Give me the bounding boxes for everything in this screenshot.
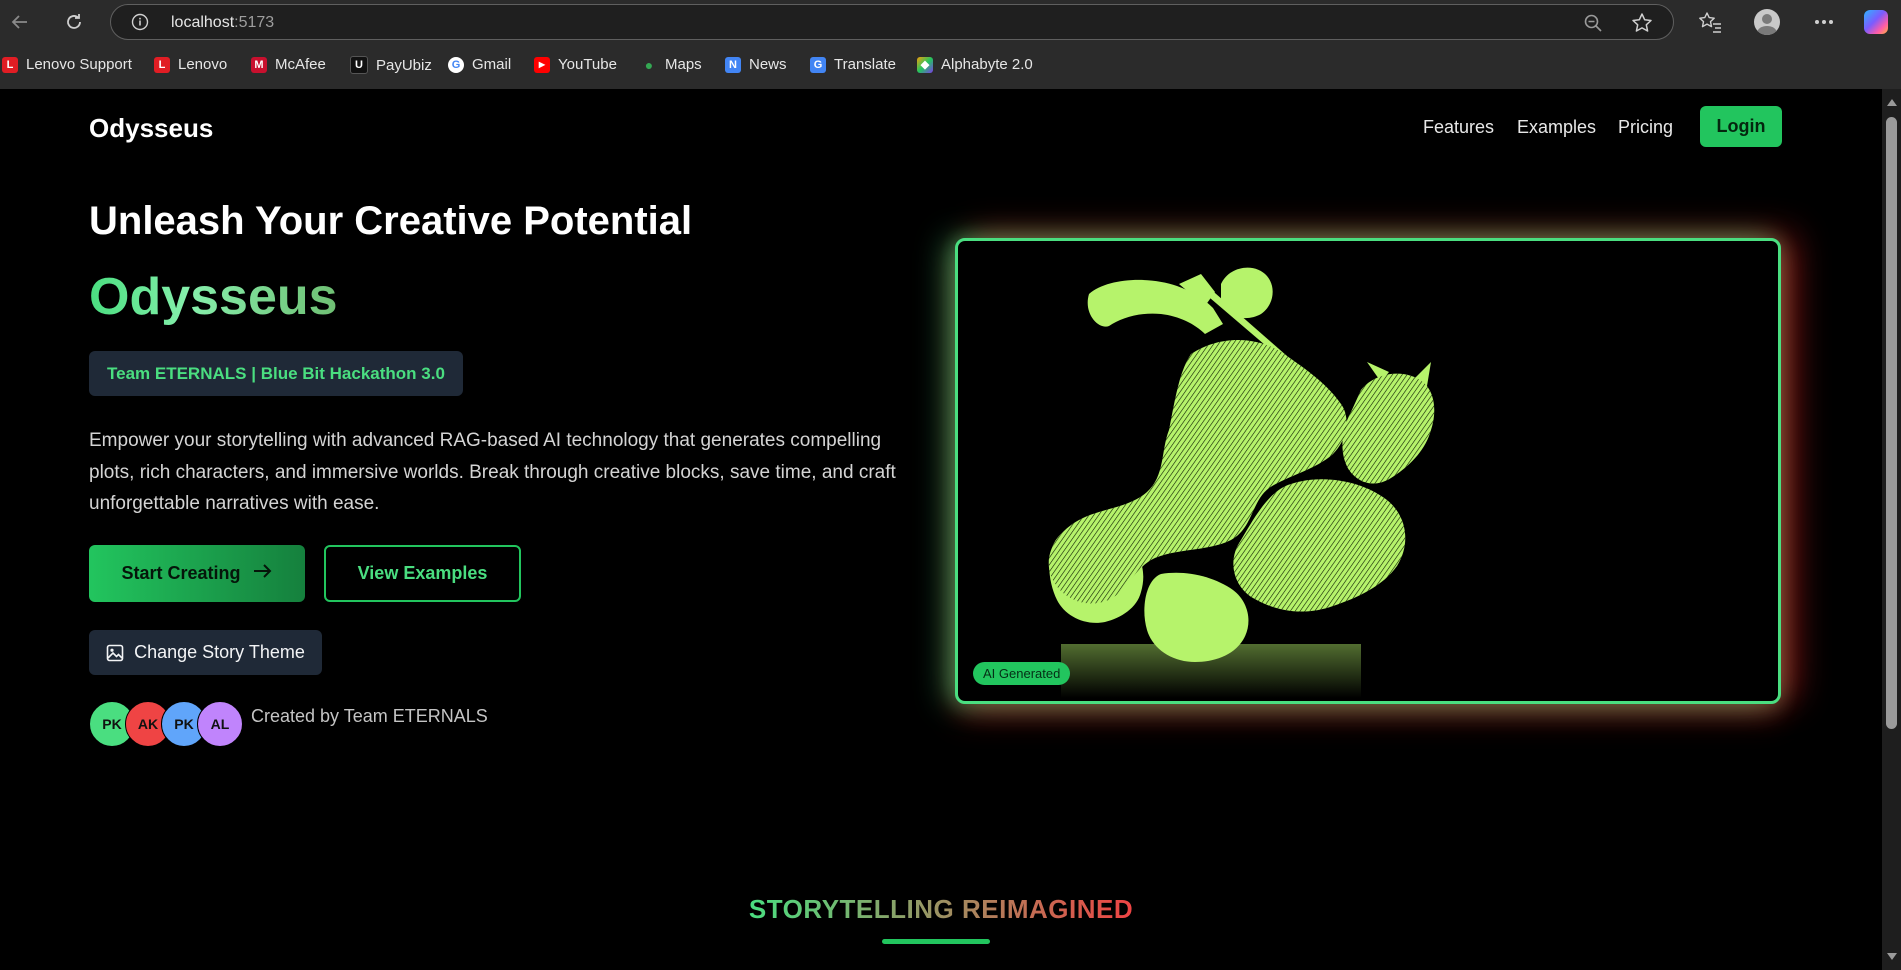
- scroll-down-arrow-icon[interactable]: [1887, 953, 1897, 960]
- profile-avatar-icon[interactable]: [1753, 8, 1781, 36]
- section-title-text: STORYTELLING REIMAGINED: [748, 894, 1134, 924]
- login-button[interactable]: Login: [1700, 106, 1782, 147]
- bookmark-label: Gmail: [472, 56, 512, 73]
- copilot-icon[interactable]: [1862, 8, 1890, 36]
- ai-generated-badge: AI Generated: [973, 662, 1071, 685]
- bookmark-youtube[interactable]: ▶ YouTube: [534, 56, 617, 73]
- alphabyte-icon: ◆: [917, 56, 933, 73]
- bookmark-label: Maps: [665, 56, 702, 73]
- bookmark-label: Lenovo: [178, 56, 228, 73]
- zoom-out-icon[interactable]: [1583, 13, 1603, 38]
- avatar: AL: [197, 701, 243, 747]
- bookmark-label: Lenovo Support: [26, 56, 132, 73]
- bookmark-label: PayUbiz: [376, 56, 432, 74]
- maps-pin-icon: ●: [644, 56, 654, 73]
- start-creating-label: Start Creating: [121, 563, 241, 583]
- section-title: STORYTELLING REIMAGINED: [0, 894, 1882, 925]
- lenovo-icon: L: [154, 56, 170, 73]
- youtube-icon: ▶: [534, 56, 550, 73]
- bookmark-label: Translate: [834, 56, 896, 73]
- url-text: localhost:5173: [171, 14, 274, 32]
- news-icon: N: [725, 56, 741, 73]
- nav-features[interactable]: Features: [1423, 117, 1494, 138]
- bookmarks-bar: L Lenovo Support L Lenovo M McAfee U PayUbiz…: [0, 44, 1901, 89]
- translate-icon: G: [810, 56, 826, 73]
- start-creating-button[interactable]: Start Creating: [89, 545, 305, 602]
- favorites-list-icon[interactable]: [1696, 8, 1724, 36]
- back-arrow-icon[interactable]: [6, 8, 34, 36]
- url-host: localhost: [171, 14, 235, 31]
- view-examples-button[interactable]: View Examples: [324, 545, 521, 602]
- hero-description: Empower your storytelling with advanced …: [89, 430, 896, 514]
- favorite-star-icon[interactable]: [1631, 12, 1653, 39]
- bookmark-alphabyte[interactable]: ◆ Alphabyte 2.0: [917, 56, 1033, 73]
- google-icon: G: [448, 56, 464, 73]
- team-badge: Team ETERNALS | Blue Bit Hackathon 3.0: [89, 351, 463, 396]
- hero-title: Unleash Your Creative Potential: [89, 199, 693, 243]
- bookmark-gmail[interactable]: G Gmail: [448, 56, 511, 73]
- scrollbar-thumb[interactable]: [1886, 117, 1897, 729]
- more-menu-icon[interactable]: [1810, 8, 1838, 36]
- warrior-illustration-icon: [1048, 267, 1435, 698]
- vertical-scrollbar[interactable]: [1882, 89, 1901, 970]
- bookmark-lenovo[interactable]: L Lenovo: [154, 56, 227, 73]
- bookmark-label: McAfee: [275, 56, 326, 73]
- bookmark-maps[interactable]: ● Maps: [641, 56, 702, 73]
- bookmark-label: News: [749, 56, 787, 73]
- browser-toolbar: localhost:5173: [0, 0, 1901, 44]
- image-icon: [106, 644, 124, 662]
- payubiz-icon: U: [350, 56, 368, 74]
- url-port: :5173: [234, 14, 275, 31]
- hero-image-frame: AI Generated: [955, 238, 1781, 704]
- section-divider: [882, 939, 990, 944]
- bookmark-label: Alphabyte 2.0: [941, 56, 1033, 73]
- bookmark-translate[interactable]: G Translate: [810, 56, 896, 73]
- hero-illustration: AI Generated: [961, 244, 1775, 698]
- refresh-icon[interactable]: [60, 8, 88, 36]
- mcafee-shield-icon: M: [251, 56, 267, 73]
- site-info-icon[interactable]: [131, 13, 149, 31]
- nav-pricing[interactable]: Pricing: [1618, 117, 1673, 138]
- lenovo-icon: L: [2, 56, 18, 73]
- hero-subtitle: Odysseus: [89, 268, 338, 326]
- change-story-theme-button[interactable]: Change Story Theme: [89, 630, 322, 675]
- brand-logo[interactable]: Odysseus: [89, 113, 213, 144]
- change-story-theme-label: Change Story Theme: [134, 642, 305, 662]
- bookmark-lenovo-support[interactable]: L Lenovo Support: [2, 56, 132, 73]
- bookmark-news[interactable]: N News: [725, 56, 787, 73]
- nav-examples[interactable]: Examples: [1517, 117, 1596, 138]
- team-avatars: PK AK PK AL: [89, 701, 249, 747]
- bookmark-label: YouTube: [558, 56, 617, 73]
- page-viewport: Odysseus Features Examples Pricing Login…: [0, 89, 1882, 970]
- bookmark-payubiz[interactable]: U PayUbiz: [350, 56, 432, 74]
- created-by-text: Created by Team ETERNALS: [251, 706, 488, 726]
- scroll-up-arrow-icon[interactable]: [1887, 99, 1897, 106]
- arrow-right-icon: [253, 562, 273, 585]
- address-bar[interactable]: localhost:5173: [110, 4, 1674, 40]
- bookmark-mcafee[interactable]: M McAfee: [251, 56, 326, 73]
